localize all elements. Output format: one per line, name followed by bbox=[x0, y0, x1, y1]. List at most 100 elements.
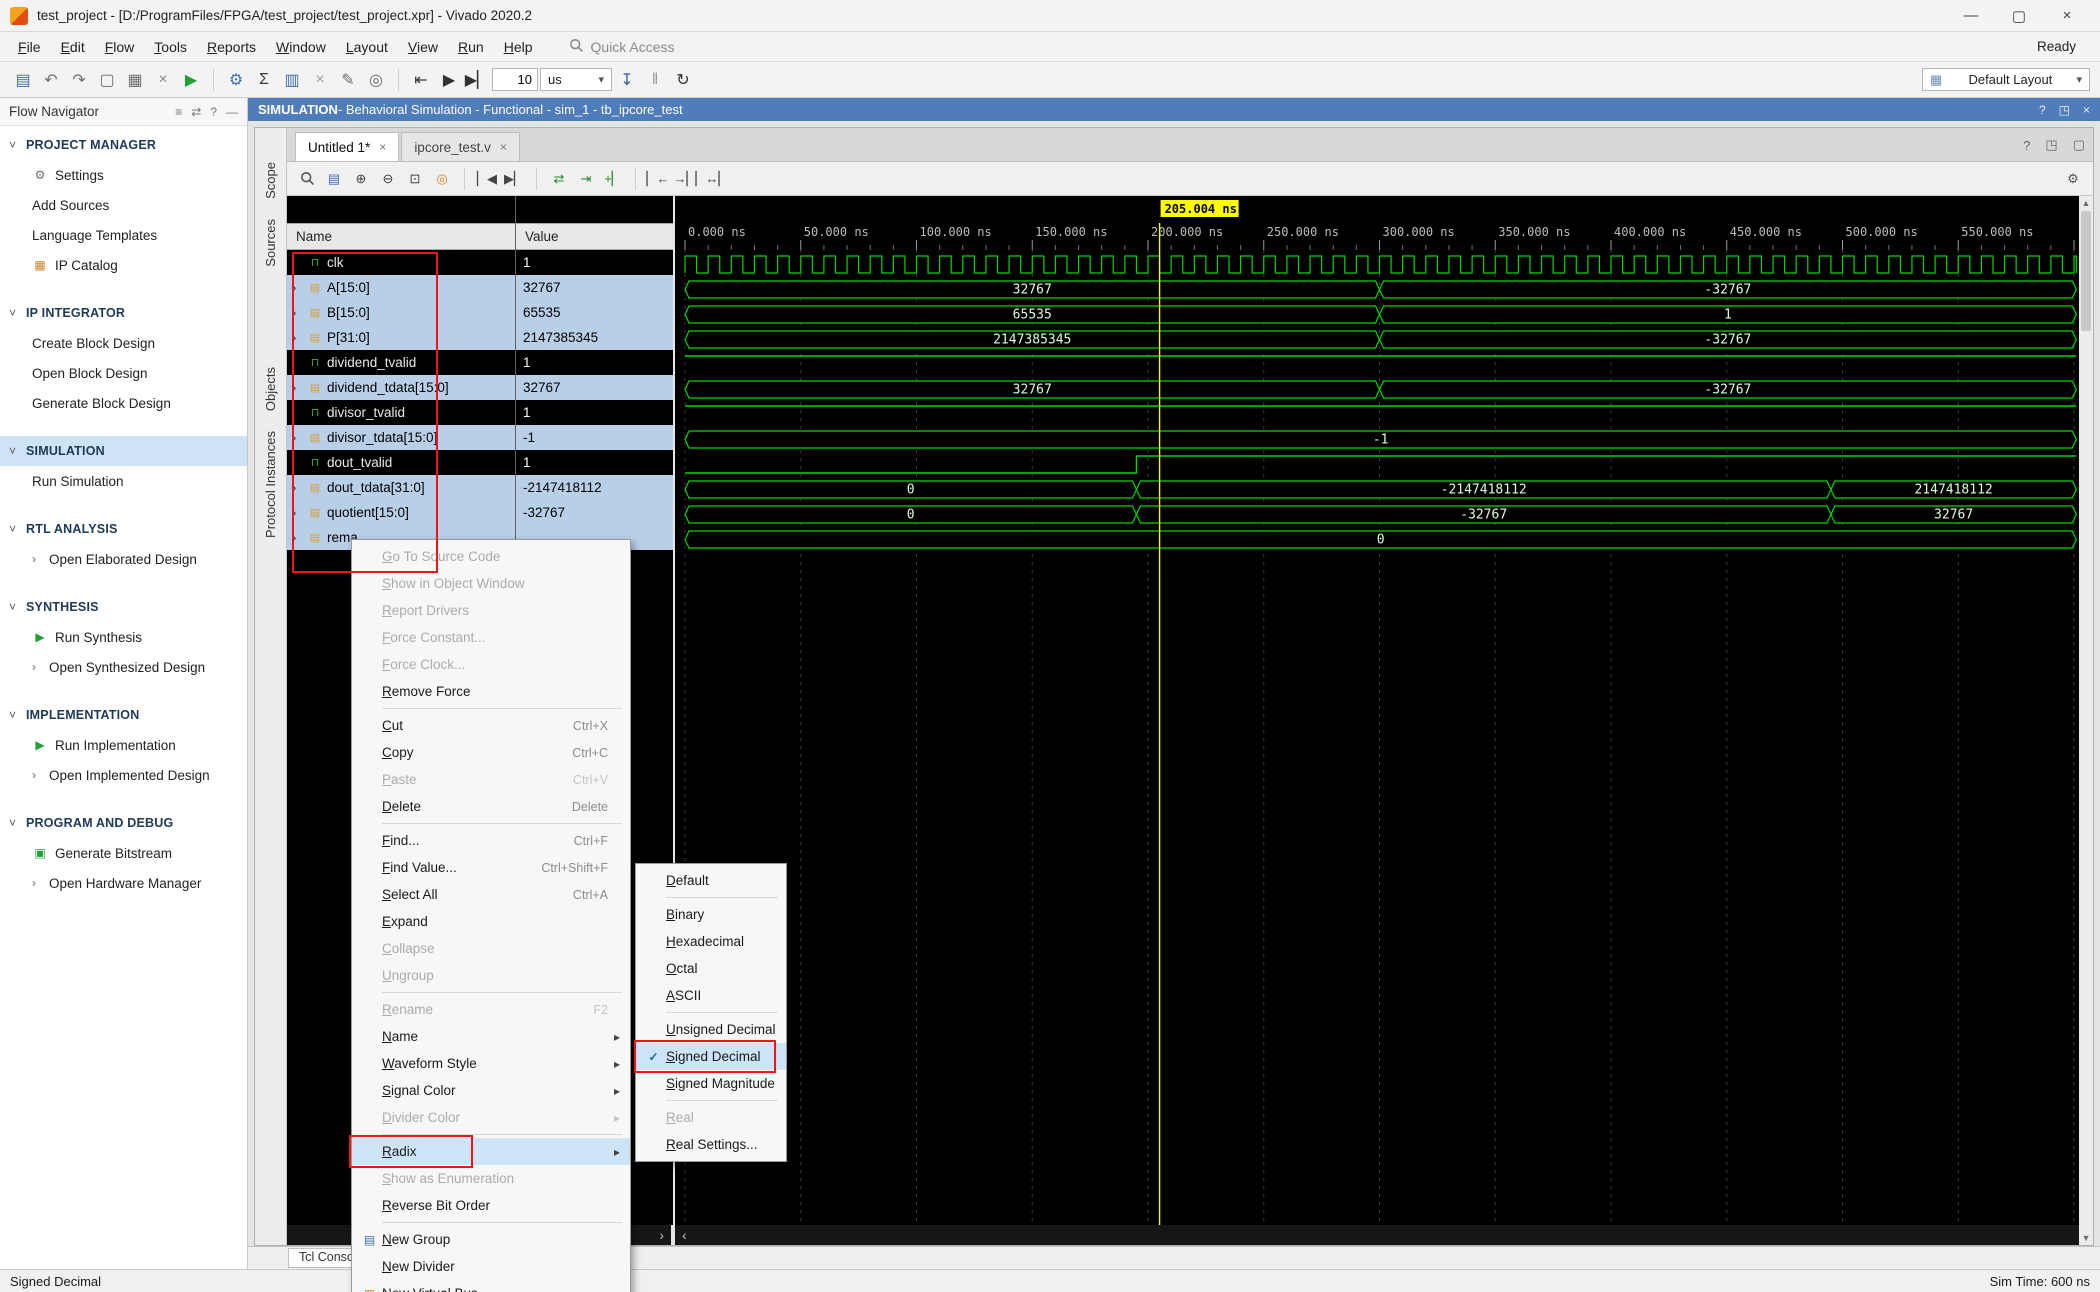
float-icon[interactable]: ◳ bbox=[2059, 103, 2070, 117]
layout-select[interactable]: ▦Default Layout▾ bbox=[1922, 68, 2090, 91]
name-column-header[interactable]: Name bbox=[287, 223, 515, 250]
flow-section-header-rtl-analysis[interactable]: ˅RTL ANALYSIS bbox=[0, 514, 247, 544]
menu-edit[interactable]: Edit bbox=[51, 35, 95, 59]
signal-value-a-15-0[interactable]: 32767 bbox=[516, 275, 673, 300]
zoom-out-icon[interactable]: ⊖ bbox=[376, 167, 400, 191]
close-icon[interactable]: × bbox=[2083, 103, 2090, 117]
add-marker-icon[interactable]: +▏ bbox=[601, 167, 625, 191]
help-icon[interactable]: ? bbox=[2039, 103, 2046, 117]
close-icon[interactable]: × bbox=[379, 140, 386, 154]
flow-item-run-simulation[interactable]: Run Simulation bbox=[0, 466, 247, 496]
menu-item-default[interactable]: Default bbox=[636, 867, 786, 894]
quick-access-search[interactable]: Quick Access bbox=[569, 38, 739, 56]
menu-item-remove-force[interactable]: Remove Force bbox=[352, 678, 630, 705]
probe-icon[interactable]: ◎ bbox=[363, 67, 389, 93]
signal-value-quotient-15-0[interactable]: -32767 bbox=[516, 500, 673, 525]
menu-help[interactable]: Help bbox=[494, 35, 543, 59]
menu-item-octal[interactable]: Octal bbox=[636, 955, 786, 982]
paste-icon[interactable]: ▦ bbox=[122, 67, 148, 93]
zoom-to-cursor-icon[interactable]: ◎ bbox=[430, 167, 454, 191]
side-tab-protocol-instances[interactable]: Protocol Instances bbox=[263, 431, 278, 538]
flow-section-header-project-manager[interactable]: ˅PROJECT MANAGER bbox=[0, 130, 247, 160]
menu-item-expand[interactable]: Expand bbox=[352, 908, 630, 935]
run-all-icon[interactable]: ▶ bbox=[436, 67, 462, 93]
cancel-icon[interactable]: × bbox=[307, 67, 333, 93]
expand-arrow-icon[interactable]: › bbox=[292, 380, 303, 395]
flow-item-settings[interactable]: ⚙Settings bbox=[0, 160, 247, 190]
menu-flow[interactable]: Flow bbox=[95, 35, 145, 59]
scroll-down-icon[interactable]: ▼ bbox=[2082, 1233, 2091, 1243]
dock-icon[interactable]: ⇄ bbox=[191, 105, 201, 119]
sim-time-input[interactable] bbox=[492, 68, 538, 91]
menu-file[interactable]: File bbox=[8, 35, 51, 59]
panel-header[interactable]: SIMULATION - Behavioral Simulation - Fun… bbox=[248, 98, 2100, 121]
menu-item-signed-magnitude[interactable]: Signed Magnitude bbox=[636, 1070, 786, 1097]
copy-icon[interactable]: ▢ bbox=[94, 67, 120, 93]
side-tab-objects[interactable]: Objects bbox=[263, 367, 278, 411]
expand-arrow-icon[interactable]: › bbox=[292, 480, 303, 495]
menu-item-hexadecimal[interactable]: Hexadecimal bbox=[636, 928, 786, 955]
toolbar-menu-icon[interactable]: ≡ bbox=[175, 105, 182, 119]
expand-arrow-icon[interactable]: › bbox=[292, 505, 303, 520]
tab-ipcore-test-v[interactable]: ipcore_test.v× bbox=[401, 132, 520, 161]
menu-item-waveform-style[interactable]: Waveform Style▸ bbox=[352, 1050, 630, 1077]
menu-run[interactable]: Run bbox=[448, 35, 494, 59]
flow-item-generate-bitstream[interactable]: ▣Generate Bitstream bbox=[0, 838, 247, 868]
signal-value-b-15-0[interactable]: 65535 bbox=[516, 300, 673, 325]
undo-icon[interactable]: ↶ bbox=[38, 67, 64, 93]
expand-arrow-icon[interactable]: › bbox=[292, 430, 303, 445]
time-unit-select[interactable]: us▾ bbox=[540, 68, 612, 91]
minimize-panel-icon[interactable]: — bbox=[226, 105, 238, 119]
wave-hscrollbar[interactable]: ‹ bbox=[675, 1225, 2079, 1245]
signal-row-a-15-0[interactable]: ›▤A[15:0] bbox=[287, 275, 515, 300]
signal-row-p-31-0[interactable]: ›▤P[31:0] bbox=[287, 325, 515, 350]
signal-row-dout-tvalid[interactable]: ⊓dout_tvalid bbox=[287, 450, 515, 475]
relaunch-icon[interactable]: ↻ bbox=[670, 67, 696, 93]
flow-section-header-ip-integrator[interactable]: ˅IP INTEGRATOR bbox=[0, 298, 247, 328]
menu-item-copy[interactable]: CopyCtrl+C bbox=[352, 739, 630, 766]
flow-section-header-synthesis[interactable]: ˅SYNTHESIS bbox=[0, 592, 247, 622]
signal-row-clk[interactable]: ⊓clk bbox=[287, 250, 515, 275]
menu-item-ascii[interactable]: ASCII bbox=[636, 982, 786, 1009]
menu-item-new-virtual-bus[interactable]: ▦New Virtual Bus bbox=[352, 1280, 630, 1292]
signal-value-dout-tdata-31-0[interactable]: -2147418112 bbox=[516, 475, 673, 500]
flow-item-create-block-design[interactable]: Create Block Design bbox=[0, 328, 247, 358]
flow-item-ip-catalog[interactable]: ▦IP Catalog bbox=[0, 250, 247, 280]
save-wave-icon[interactable]: ▤ bbox=[322, 167, 346, 191]
goto-time-zero-icon[interactable]: ▏← bbox=[646, 167, 670, 191]
menu-item-delete[interactable]: DeleteDelete bbox=[352, 793, 630, 820]
tab-untitled-1[interactable]: Untitled 1*× bbox=[295, 132, 399, 161]
flow-item-run-synthesis[interactable]: ▶Run Synthesis bbox=[0, 622, 247, 652]
prev-transition-icon[interactable]: ▏◀ bbox=[475, 167, 499, 191]
signal-row-divisor-tvalid[interactable]: ⊓divisor_tvalid bbox=[287, 400, 515, 425]
help-icon[interactable]: ? bbox=[210, 105, 217, 119]
minimize-button[interactable]: — bbox=[1962, 7, 1980, 25]
flow-item-open-block-design[interactable]: Open Block Design bbox=[0, 358, 247, 388]
menu-window[interactable]: Window bbox=[266, 35, 336, 59]
wave-settings-gear-icon[interactable]: ⚙ bbox=[2061, 167, 2085, 191]
signal-row-b-15-0[interactable]: ›▤B[15:0] bbox=[287, 300, 515, 325]
signal-row-dividend-tvalid[interactable]: ⊓dividend_tvalid bbox=[287, 350, 515, 375]
flow-item-open-hardware-manager[interactable]: ›Open Hardware Manager bbox=[0, 868, 247, 898]
swap-cursors-icon[interactable]: ⇄ bbox=[547, 167, 571, 191]
next-transition-icon[interactable]: ▶▏ bbox=[502, 167, 526, 191]
report-icon[interactable]: ▥ bbox=[279, 67, 305, 93]
scrollbar-thumb[interactable] bbox=[2081, 211, 2091, 331]
side-tab-sources[interactable]: Sources bbox=[263, 219, 278, 267]
menu-item-name[interactable]: Name▸ bbox=[352, 1023, 630, 1050]
signal-value-p-31-0[interactable]: 2147385345 bbox=[516, 325, 673, 350]
menu-view[interactable]: View bbox=[398, 35, 448, 59]
menu-item-reverse-bit-order[interactable]: Reverse Bit Order bbox=[352, 1192, 630, 1219]
expand-arrow-icon[interactable]: › bbox=[292, 305, 303, 320]
flow-section-header-simulation[interactable]: ˅SIMULATION bbox=[0, 436, 247, 466]
fit-selection-icon[interactable]: ▏↔▏ bbox=[700, 167, 724, 191]
menu-item-real-settings[interactable]: Real Settings... bbox=[636, 1131, 786, 1158]
value-column-header[interactable]: Value bbox=[516, 223, 673, 250]
step-icon[interactable]: ↧ bbox=[614, 67, 640, 93]
expand-arrow-icon[interactable]: › bbox=[292, 330, 303, 345]
flow-item-open-synthesized-design[interactable]: ›Open Synthesized Design bbox=[0, 652, 247, 682]
close-button[interactable]: × bbox=[2058, 7, 2076, 25]
signal-value-dividend-tdata-15-0[interactable]: 32767 bbox=[516, 375, 673, 400]
edit-icon[interactable]: ✎ bbox=[335, 67, 361, 93]
redo-icon[interactable]: ↷ bbox=[66, 67, 92, 93]
